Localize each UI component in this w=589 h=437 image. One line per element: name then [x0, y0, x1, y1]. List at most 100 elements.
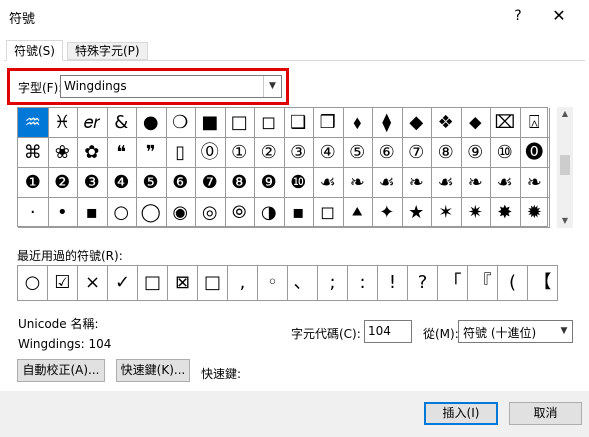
symbol-cell[interactable]: ⑧: [431, 138, 462, 168]
symbol-cell[interactable]: ⍓: [519, 108, 550, 138]
symbol-cell[interactable]: ❿: [283, 168, 314, 198]
symbol-cell[interactable]: ☙: [431, 168, 462, 198]
recent-symbol-cell[interactable]: ×: [78, 266, 108, 300]
symbol-cell[interactable]: ✹: [519, 198, 550, 228]
symbol-cell[interactable]: ●: [136, 108, 167, 138]
symbol-cell[interactable]: ·: [18, 198, 49, 228]
symbol-cell[interactable]: ❺: [136, 168, 167, 198]
cancel-button[interactable]: 取消: [509, 402, 582, 425]
symbol-cell[interactable]: ❧: [342, 168, 373, 198]
insert-button[interactable]: 插入(I): [424, 402, 498, 425]
symbol-cell[interactable]: ◉: [165, 198, 196, 228]
recent-symbol-cell[interactable]: 『: [468, 266, 498, 300]
symbol-cell[interactable]: ⑨: [460, 138, 491, 168]
symbol-cell[interactable]: 𝑒𝑟: [77, 108, 108, 138]
symbol-cell[interactable]: ③: [283, 138, 314, 168]
recent-symbol-cell[interactable]: ,: [228, 266, 258, 300]
recent-symbol-cell[interactable]: ○: [18, 266, 48, 300]
grid-scrollbar[interactable]: ▲ ▼: [557, 107, 573, 228]
recent-symbol-cell[interactable]: ◦: [258, 266, 288, 300]
symbol-cell[interactable]: ▪: [283, 198, 314, 228]
symbol-cell[interactable]: ④: [313, 138, 344, 168]
symbol-cell[interactable]: ✷: [460, 198, 491, 228]
symbol-cell[interactable]: ❧: [519, 168, 550, 198]
symbol-cell[interactable]: &: [106, 108, 137, 138]
symbol-cell[interactable]: ❀: [47, 138, 78, 168]
recent-symbol-cell[interactable]: 「: [438, 266, 468, 300]
symbol-cell[interactable]: ○: [106, 198, 137, 228]
autocorrect-button[interactable]: 自動校正(A)...: [17, 359, 105, 382]
symbol-cell[interactable]: ⯅: [342, 198, 373, 228]
symbol-cell[interactable]: ②: [254, 138, 285, 168]
symbol-cell[interactable]: ✿: [77, 138, 108, 168]
symbol-cell[interactable]: ❸: [77, 168, 108, 198]
symbol-cell[interactable]: •: [47, 198, 78, 228]
recent-symbol-cell[interactable]: ?: [408, 266, 438, 300]
symbol-cell[interactable]: ❝: [106, 138, 137, 168]
symbol-cell[interactable]: ❾: [254, 168, 285, 198]
symbol-cell[interactable]: ⓿: [519, 138, 550, 168]
symbol-cell[interactable]: ❧: [401, 168, 432, 198]
shortcut-key-button[interactable]: 快速鍵(K)...: [116, 359, 190, 382]
symbol-cell[interactable]: ❍: [165, 108, 196, 138]
close-button[interactable]: ✕: [547, 4, 571, 28]
symbol-cell[interactable]: ▯: [165, 138, 196, 168]
scroll-up-icon[interactable]: ▲: [557, 107, 573, 121]
tab-special-characters[interactable]: 特殊字元(P): [67, 42, 148, 60]
tab-symbols[interactable]: 符號(S): [6, 40, 63, 61]
symbol-cell[interactable]: ①: [224, 138, 255, 168]
symbol-cell[interactable]: ▪: [77, 198, 108, 228]
symbol-cell[interactable]: ◎: [195, 198, 226, 228]
recent-symbol-cell[interactable]: ✓: [108, 266, 138, 300]
recent-symbol-cell[interactable]: !: [378, 266, 408, 300]
symbol-cell[interactable]: ✸: [490, 198, 521, 228]
symbol-cell[interactable]: ⑥: [372, 138, 403, 168]
chevron-down-icon[interactable]: ▼: [556, 321, 572, 342]
symbol-cell[interactable]: ◻: [313, 198, 344, 228]
symbol-cell[interactable]: ❖: [431, 108, 462, 138]
symbol-cell[interactable]: ■: [195, 108, 226, 138]
recent-symbol-cell[interactable]: 、: [288, 266, 318, 300]
symbol-cell[interactable]: ☙: [490, 168, 521, 198]
symbol-cell[interactable]: ◻: [254, 108, 285, 138]
recent-symbol-cell[interactable]: □: [138, 266, 168, 300]
symbol-cell[interactable]: ❹: [106, 168, 137, 198]
symbol-cell[interactable]: ⧫: [372, 108, 403, 138]
symbol-cell[interactable]: ❻: [165, 168, 196, 198]
symbol-cell[interactable]: ⌧: [490, 108, 521, 138]
recent-symbol-cell[interactable]: :: [348, 266, 378, 300]
symbol-cell[interactable]: ⑤: [342, 138, 373, 168]
symbol-cell[interactable]: ⦾: [224, 198, 255, 228]
symbol-cell[interactable]: ❞: [136, 138, 167, 168]
symbol-cell[interactable]: ⓪: [195, 138, 226, 168]
symbol-cell[interactable]: ☙: [372, 168, 403, 198]
recent-symbol-cell[interactable]: ☑: [48, 266, 78, 300]
recent-symbol-cell[interactable]: (: [498, 266, 528, 300]
symbol-cell[interactable]: ⑩: [490, 138, 521, 168]
symbol-cell[interactable]: ⬧: [342, 108, 373, 138]
symbol-cell[interactable]: ☙: [313, 168, 344, 198]
symbol-cell[interactable]: ⌘: [18, 138, 49, 168]
symbol-cell[interactable]: ♒: [18, 108, 49, 138]
scroll-down-icon[interactable]: ▼: [557, 214, 573, 228]
symbol-cell[interactable]: ❼: [195, 168, 226, 198]
symbol-cell[interactable]: ❒: [313, 108, 344, 138]
scroll-thumb[interactable]: [560, 155, 570, 175]
symbol-cell[interactable]: ❧: [460, 168, 491, 198]
recent-symbol-cell[interactable]: ;: [318, 266, 348, 300]
help-button[interactable]: ?: [507, 5, 529, 27]
from-dropdown[interactable]: 符號 (十進位) ▼: [458, 320, 573, 343]
symbol-cell[interactable]: ✦: [372, 198, 403, 228]
recent-symbol-cell[interactable]: □: [198, 266, 228, 300]
symbol-cell[interactable]: ❷: [47, 168, 78, 198]
symbol-cell[interactable]: ❽: [224, 168, 255, 198]
symbol-cell[interactable]: ✶: [431, 198, 462, 228]
symbol-cell[interactable]: ❑: [283, 108, 314, 138]
symbol-cell[interactable]: ★: [401, 198, 432, 228]
symbol-cell[interactable]: ⑦: [401, 138, 432, 168]
symbol-cell[interactable]: ◑: [254, 198, 285, 228]
symbol-cell[interactable]: ◆: [401, 108, 432, 138]
char-code-input[interactable]: 104: [364, 320, 412, 343]
symbol-cell[interactable]: ◯: [136, 198, 167, 228]
recent-symbol-cell[interactable]: 【: [528, 266, 558, 300]
